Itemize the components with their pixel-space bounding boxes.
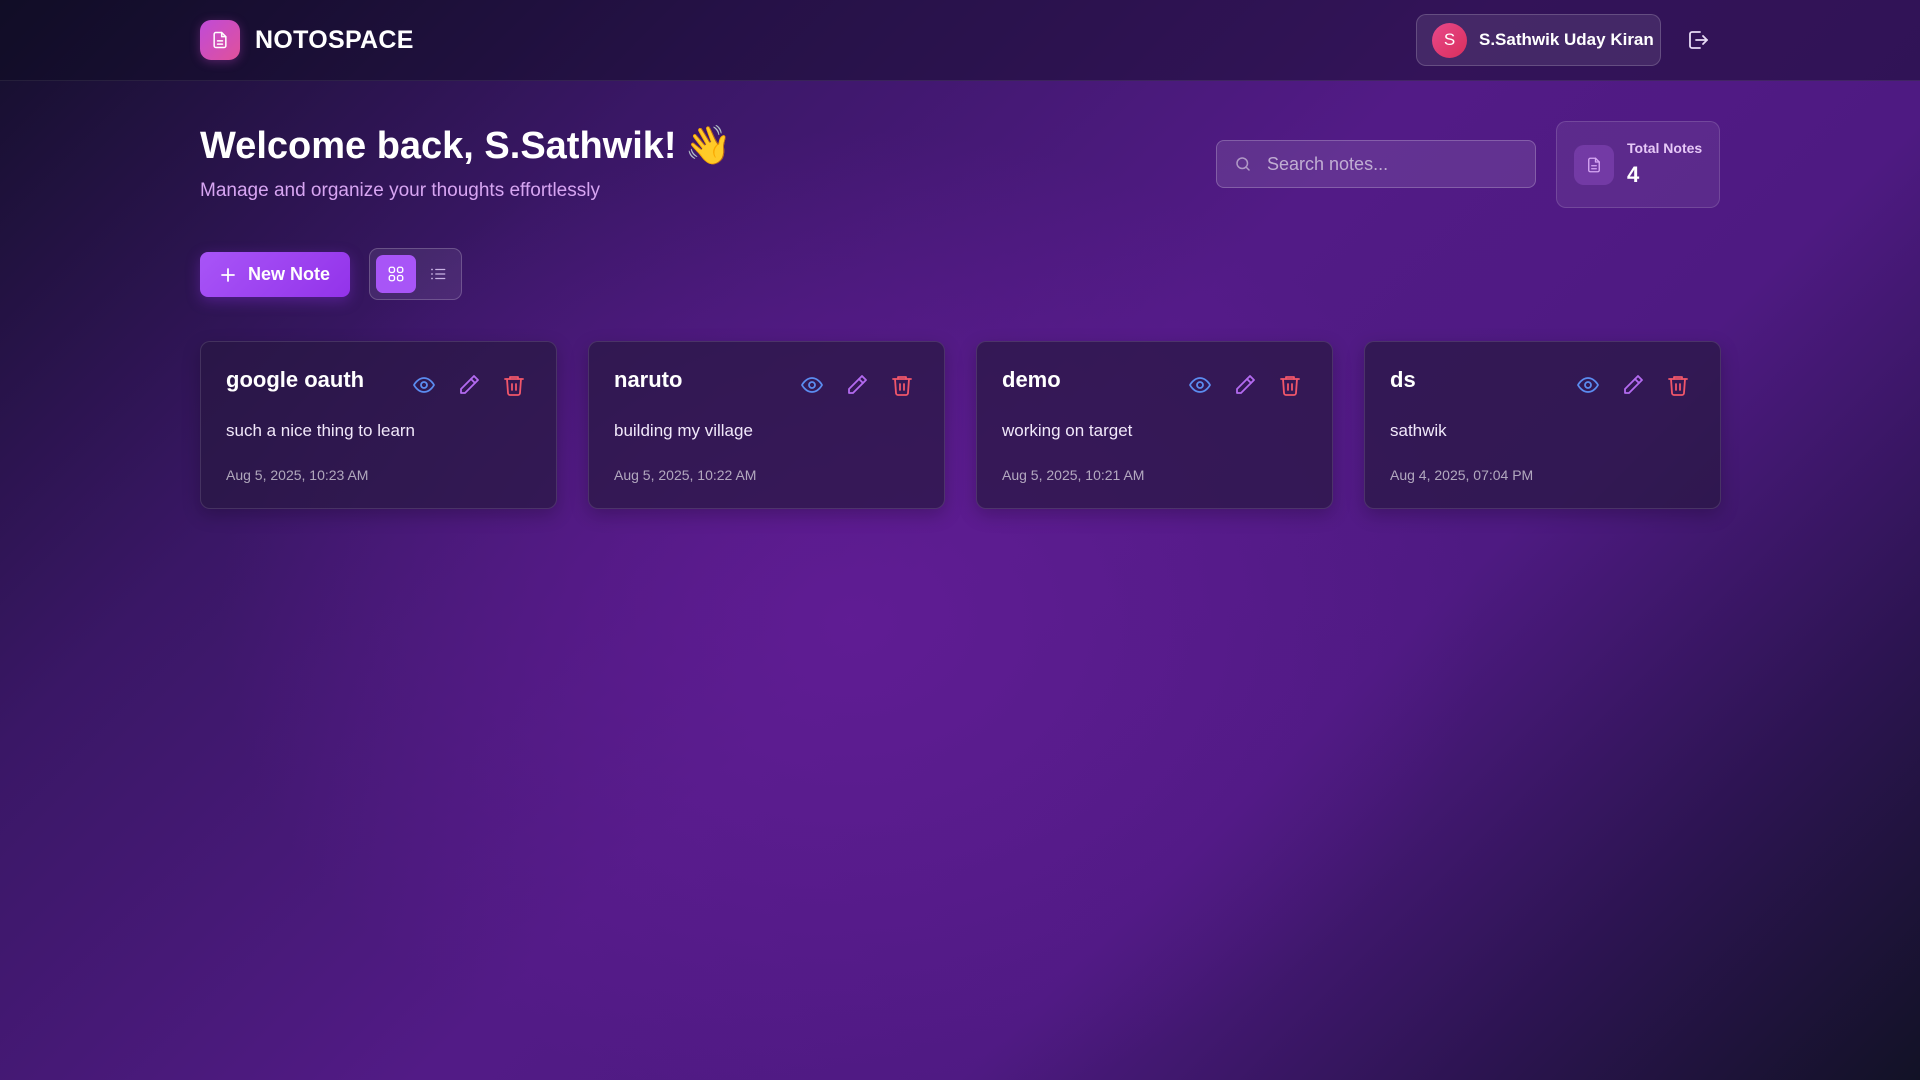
list-icon xyxy=(431,268,446,280)
total-notes-card: Total Notes 4 xyxy=(1556,121,1720,208)
search-icon xyxy=(1231,152,1255,176)
top-bar: NOTOSPACE S S.Sathwik Uday Kiran xyxy=(0,0,1920,81)
welcome-text: Welcome back, S.Sathwik! xyxy=(200,125,677,167)
edit-note-button[interactable] xyxy=(1621,373,1645,397)
grid-icon xyxy=(388,266,404,282)
user-menu-button[interactable]: S S.Sathwik Uday Kiran xyxy=(1416,14,1661,66)
delete-note-button[interactable] xyxy=(1278,373,1302,397)
note-card[interactable]: demo working on target Aug 5, 2025, 10:2… xyxy=(976,341,1333,509)
note-date: Aug 5, 2025, 10:21 AM xyxy=(1002,467,1145,483)
search-box[interactable] xyxy=(1216,140,1536,188)
note-content: such a nice thing to learn xyxy=(226,421,416,440)
note-date: Aug 5, 2025, 10:23 AM xyxy=(226,467,369,483)
document-icon xyxy=(1574,145,1614,185)
note-title: ds xyxy=(1390,367,1416,392)
user-name: S.Sathwik Uday Kiran xyxy=(1479,30,1654,49)
edit-note-button[interactable] xyxy=(845,373,869,397)
note-content: working on target xyxy=(1002,421,1133,440)
eye-icon xyxy=(1577,377,1599,393)
wave-icon: 👋 xyxy=(684,125,732,167)
edit-note-button[interactable] xyxy=(1233,373,1257,397)
view-toggle xyxy=(369,248,462,300)
eye-icon xyxy=(1189,377,1211,393)
logout-button[interactable] xyxy=(1685,27,1711,53)
note-title: google oauth xyxy=(226,367,365,392)
delete-note-button[interactable] xyxy=(890,373,914,397)
total-notes-label: Total Notes xyxy=(1627,140,1703,156)
new-note-label: New Note xyxy=(247,264,330,284)
pencil-icon xyxy=(1624,375,1643,394)
note-title: naruto xyxy=(614,367,683,392)
eye-icon xyxy=(801,377,823,393)
brand-name: NOTOSPACE xyxy=(255,25,414,54)
delete-note-button[interactable] xyxy=(1666,373,1690,397)
note-content: building my village xyxy=(614,421,753,440)
search-input[interactable] xyxy=(1267,153,1527,175)
document-icon xyxy=(200,20,240,60)
trash-icon xyxy=(504,376,524,396)
pencil-icon xyxy=(1236,375,1255,394)
pencil-icon xyxy=(460,375,479,394)
edit-note-button[interactable] xyxy=(457,373,481,397)
pencil-icon xyxy=(848,375,867,394)
trash-icon xyxy=(1280,376,1300,396)
eye-icon xyxy=(413,377,435,393)
total-notes-count: 4 xyxy=(1627,162,1640,187)
avatar: S xyxy=(1432,22,1467,58)
brand[interactable]: NOTOSPACE xyxy=(200,20,414,60)
list-view-button[interactable] xyxy=(419,255,457,293)
page-subtitle: Manage and organize your thoughts effort… xyxy=(200,180,600,201)
note-content: sathwik xyxy=(1390,421,1447,440)
grid-view-button[interactable] xyxy=(376,255,416,293)
delete-note-button[interactable] xyxy=(502,373,526,397)
note-date: Aug 4, 2025, 07:04 PM xyxy=(1390,467,1534,483)
trash-icon xyxy=(892,376,912,396)
view-note-button[interactable] xyxy=(800,373,824,397)
page-title: Welcome back, S.Sathwik! 👋 xyxy=(200,122,732,170)
note-card[interactable]: naruto building my village Aug 5, 2025, … xyxy=(588,341,945,509)
plus-icon xyxy=(220,267,236,283)
view-note-button[interactable] xyxy=(1188,373,1212,397)
note-card[interactable]: google oauth such a nice thing to learn … xyxy=(200,341,557,509)
note-card[interactable]: ds sathwik Aug 4, 2025, 07:04 PM xyxy=(1364,341,1721,509)
view-note-button[interactable] xyxy=(1576,373,1600,397)
view-note-button[interactable] xyxy=(412,373,436,397)
logout-icon xyxy=(1689,31,1708,49)
note-title: demo xyxy=(1002,367,1061,392)
trash-icon xyxy=(1668,376,1688,396)
new-note-button[interactable]: New Note xyxy=(200,252,350,297)
note-date: Aug 5, 2025, 10:22 AM xyxy=(614,467,757,483)
